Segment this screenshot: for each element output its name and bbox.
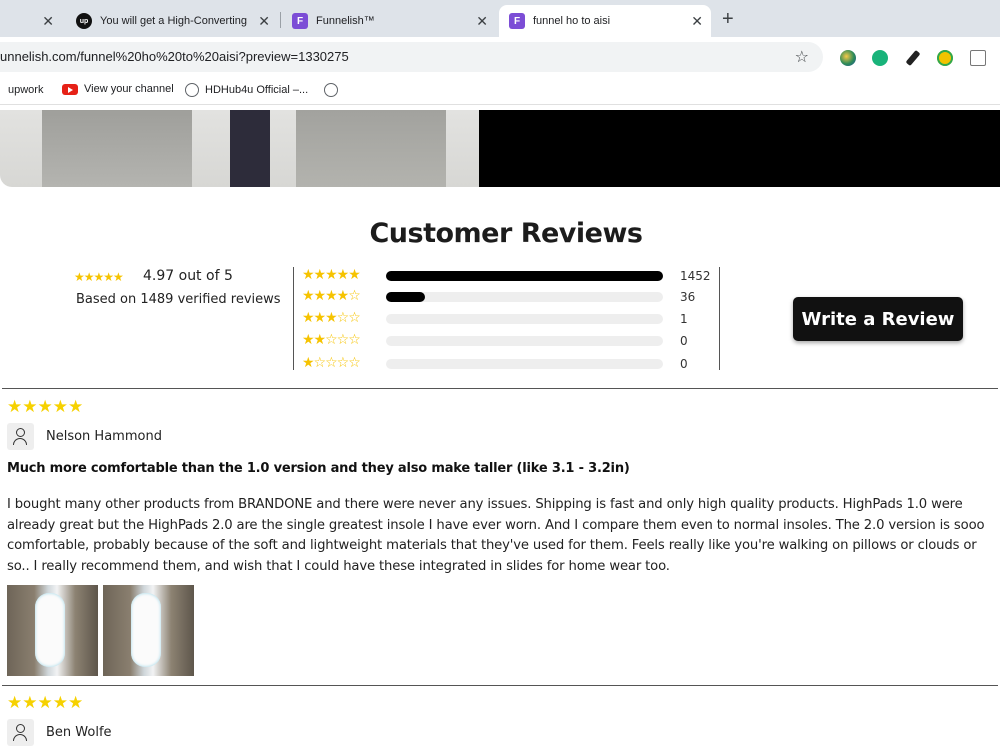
- reviewer-name: Ben Wolfe: [46, 725, 112, 740]
- text-extension-icon[interactable]: [970, 50, 986, 66]
- histogram-count: 36: [680, 290, 696, 304]
- tab-partial[interactable]: ✕: [0, 5, 62, 37]
- person-right-figure: [296, 110, 446, 187]
- histogram-stars: ★★★★★: [302, 267, 361, 283]
- close-tab-icon[interactable]: ✕: [691, 12, 703, 30]
- globe-icon: [324, 83, 338, 97]
- bookmark-upwork[interactable]: upwork: [0, 83, 43, 97]
- summary-review-count: Based on 1489 verified reviews: [76, 292, 281, 307]
- upwork-bookmark-icon: [0, 83, 2, 97]
- review-rating-stars: ★★★★★: [7, 693, 84, 713]
- bookmark-label: View your channel: [84, 83, 174, 95]
- refresh-extension-icon[interactable]: [872, 50, 888, 66]
- bookmark-untitled[interactable]: [324, 83, 344, 97]
- reviewer-name: Nelson Hammond: [46, 429, 162, 444]
- write-review-button[interactable]: Write a Review: [793, 297, 963, 341]
- funnelish-favicon-icon: F: [509, 13, 525, 29]
- histogram-stars: ★★★☆☆: [302, 310, 361, 326]
- histogram-fill: [386, 292, 425, 302]
- rating-histogram: ★★★★★ 1452 ★★★★☆ 36 ★★★☆☆ 1 ★★☆☆☆ 0 ★☆☆☆…: [293, 267, 720, 371]
- summary-score: 4.97 out of 5: [143, 268, 233, 284]
- hero-dark-panel: [479, 110, 1000, 187]
- tab-title: You will get a High-Converting: [100, 15, 247, 27]
- reviews-heading: Customer Reviews: [369, 218, 643, 249]
- upwork-favicon-icon: up: [76, 13, 92, 29]
- bookmark-star-icon[interactable]: ☆: [795, 47, 809, 66]
- histogram-count: 1: [680, 312, 688, 326]
- tab-upwork-gig[interactable]: up You will get a High-Converting ✕: [66, 5, 278, 37]
- review-body: I bought many other products from BRANDO…: [7, 497, 985, 575]
- histogram-track: [386, 271, 663, 281]
- earth-extension-icon[interactable]: [840, 50, 856, 66]
- review-photo-thumbnail[interactable]: [7, 585, 98, 676]
- section-divider: [2, 388, 998, 389]
- histogram-row-2[interactable]: ★★☆☆☆ 0: [302, 332, 712, 348]
- address-bar[interactable]: unnelish.com/funnel%20ho%20to%20aisi?pre…: [0, 42, 823, 72]
- summary-rating-stars: ★★★★★: [74, 270, 124, 284]
- histogram-track: [386, 314, 663, 324]
- product-photo: [0, 110, 479, 187]
- funnelish-favicon-icon: F: [292, 13, 308, 29]
- histogram-row-4[interactable]: ★★★★☆ 36: [302, 288, 712, 304]
- tab-separator: [280, 12, 281, 28]
- review-title: Much more comfortable than the 1.0 versi…: [7, 461, 630, 476]
- eyedropper-extension-icon[interactable]: [905, 49, 921, 67]
- globe-icon: [185, 83, 199, 97]
- close-tab-icon[interactable]: ✕: [258, 12, 270, 30]
- histogram-count: 1452: [680, 269, 711, 283]
- close-tab-icon[interactable]: ✕: [42, 12, 54, 30]
- user-avatar-icon: [7, 719, 34, 746]
- tab-funnelish[interactable]: F Funnelish™ ✕: [282, 5, 496, 37]
- tab-title: Funnelish™: [316, 15, 375, 27]
- review-card: ★★★★★ Ben Wolfe: [7, 693, 997, 750]
- bulb-extension-icon[interactable]: [937, 50, 953, 66]
- histogram-count: 0: [680, 334, 688, 348]
- review-photo-thumbnail[interactable]: [103, 585, 194, 676]
- user-avatar-icon: [7, 423, 34, 450]
- close-tab-icon[interactable]: ✕: [476, 12, 488, 30]
- review-divider: [2, 685, 998, 686]
- bookmarks-bar: upwork View your channel HDHub4u Officia…: [0, 77, 1000, 105]
- tab-funnel-ho-to-aisi[interactable]: F funnel ho to aisi ✕: [499, 5, 711, 37]
- url-text[interactable]: unnelish.com/funnel%20ho%20to%20aisi?pre…: [0, 49, 349, 64]
- browser-tab-strip: ✕ up You will get a High-Converting ✕ F …: [0, 0, 1000, 37]
- browser-toolbar: unnelish.com/funnel%20ho%20to%20aisi?pre…: [0, 37, 1000, 77]
- bookmark-hdhub4u[interactable]: HDHub4u Official –...: [185, 83, 308, 97]
- person-left-figure: [42, 110, 192, 187]
- histogram-count: 0: [680, 357, 688, 371]
- bookmark-label: upwork: [8, 84, 44, 96]
- bookmark-youtube-channel[interactable]: View your channel: [62, 83, 174, 95]
- histogram-stars: ★★☆☆☆: [302, 332, 361, 348]
- review-card: ★★★★★ Nelson Hammond Much more comfortab…: [7, 397, 997, 677]
- height-ruler-figure: [230, 110, 270, 187]
- histogram-stars: ★☆☆☆☆: [302, 355, 361, 371]
- hero-banner: [0, 110, 1000, 187]
- histogram-track: [386, 292, 663, 302]
- histogram-fill: [386, 271, 663, 281]
- histogram-track: [386, 336, 663, 346]
- histogram-row-1[interactable]: ★☆☆☆☆ 0: [302, 355, 712, 371]
- tab-title: funnel ho to aisi: [533, 15, 611, 27]
- histogram-track: [386, 359, 663, 369]
- youtube-icon: [62, 83, 78, 95]
- histogram-row-3[interactable]: ★★★☆☆ 1: [302, 310, 712, 326]
- bookmark-label: HDHub4u Official –...: [205, 84, 309, 96]
- new-tab-button[interactable]: +: [722, 8, 734, 31]
- review-rating-stars: ★★★★★: [7, 397, 84, 417]
- histogram-row-5[interactable]: ★★★★★ 1452: [302, 267, 712, 283]
- histogram-stars: ★★★★☆: [302, 288, 361, 304]
